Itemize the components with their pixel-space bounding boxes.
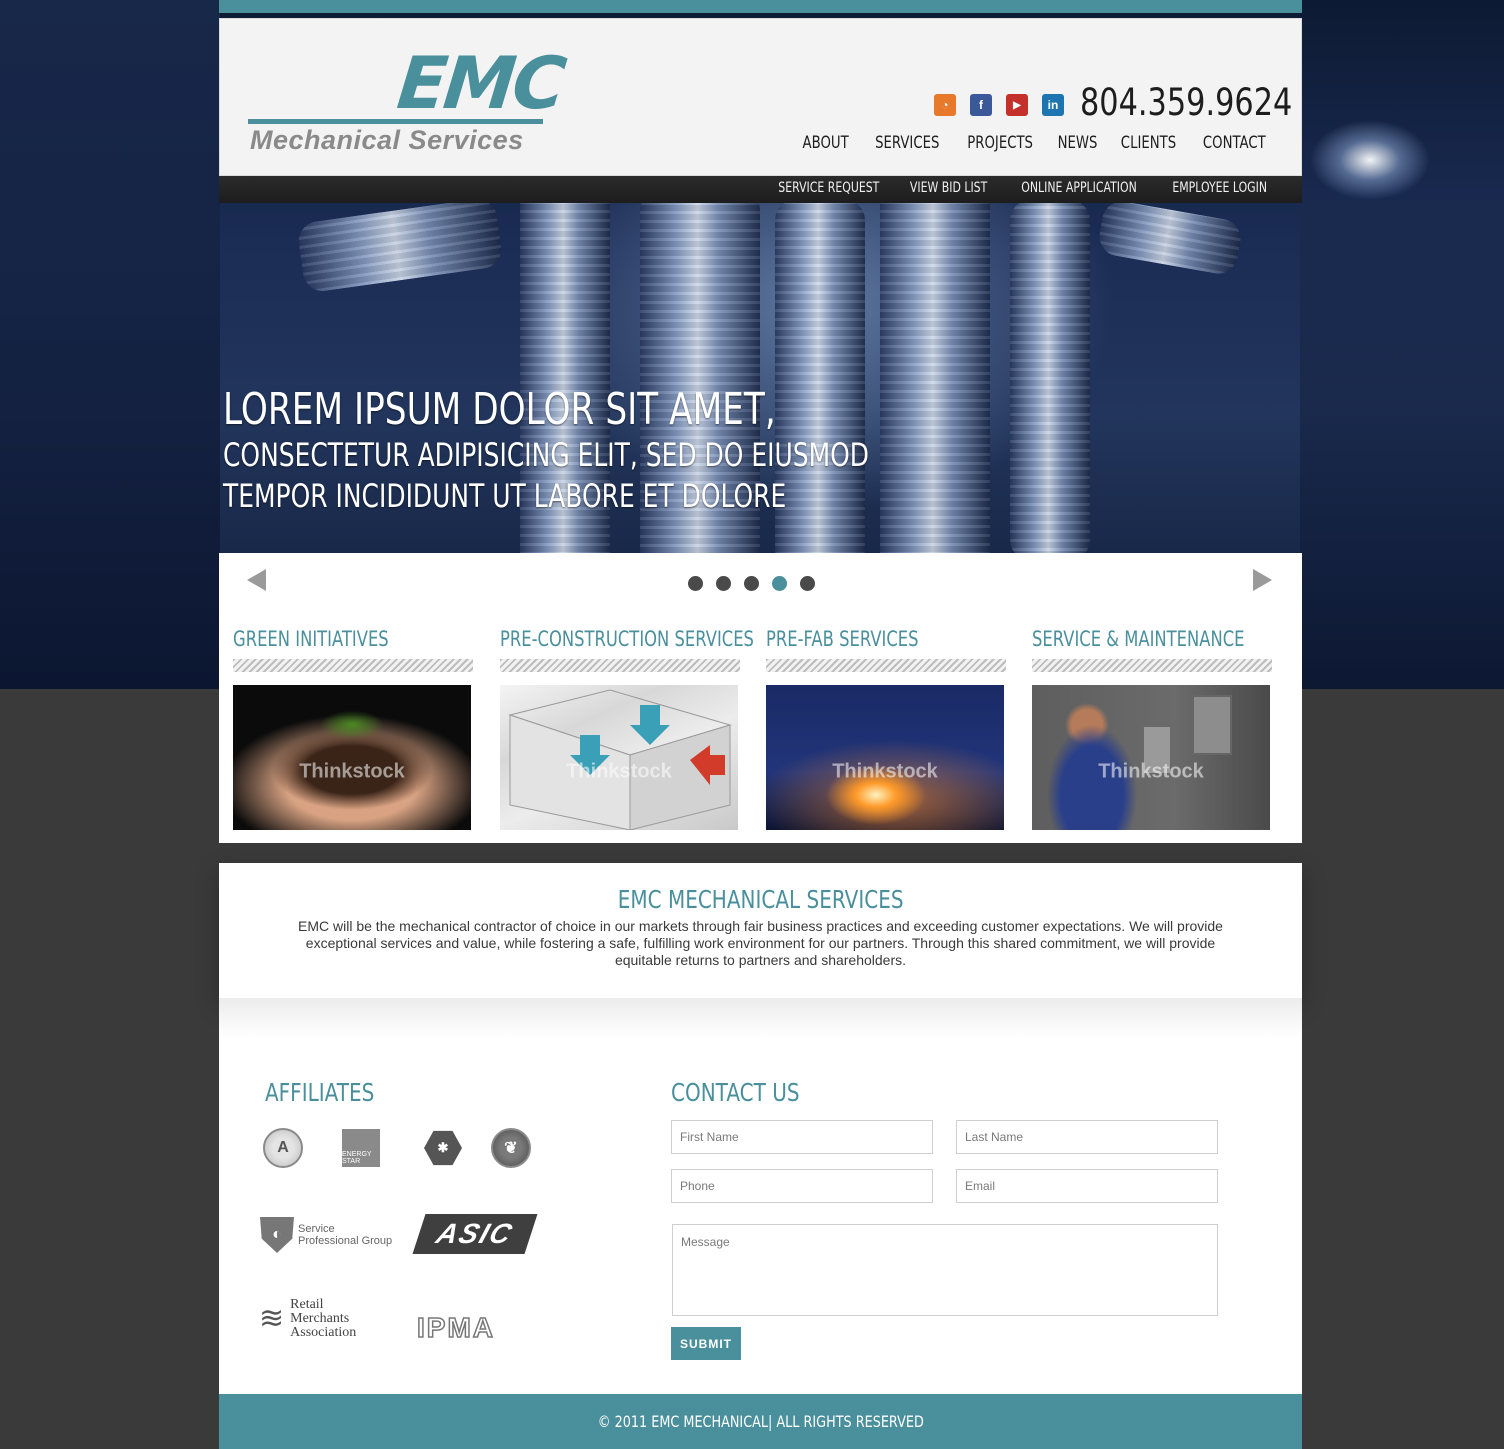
slider-dot[interactable] [688,576,703,591]
social-links: ◔ f ▶ in [934,94,1064,118]
hatch-divider [1032,659,1272,672]
footer: © 2011 EMC MECHANICAL| ALL RIGHTS RESERV… [219,1394,1302,1449]
spg-label: Service Professional Group [298,1223,393,1247]
hex-seal-icon: ✱ [424,1130,462,1166]
leaf-seal-icon: ❦ [491,1128,531,1168]
contact-title: CONTACT US [671,1078,800,1107]
logo-subtitle: Mechanical Services [250,125,524,155]
top-accent-strip [219,0,1302,13]
nav-about[interactable]: ABOUT [803,133,849,153]
watermark: Thinkstock [1098,760,1204,783]
service-image-technician[interactable]: Thinkstock [1032,685,1270,830]
service-title[interactable]: SERVICE & MAINTENANCE [1032,627,1245,651]
main-nav: ABOUT SERVICES PROJECTS NEWS CLIENTS CON… [803,133,1267,153]
slider-dot-active[interactable] [772,576,787,591]
subnav-employee-login[interactable]: EMPLOYEE LOGIN [1172,180,1267,196]
slider-next-arrow-icon[interactable] [1253,569,1272,591]
linkedin-icon[interactable]: in [1042,94,1064,116]
facebook-icon[interactable]: f [970,94,992,116]
service-title[interactable]: PRE-FAB SERVICES [766,627,953,651]
service-image-building-diagram[interactable]: Thinkstock [500,685,738,830]
watermark: Thinkstock [832,760,938,783]
affiliate-logo-asic[interactable]: ASIC [412,1214,538,1254]
hatch-divider [500,659,740,672]
email-field[interactable] [956,1169,1218,1203]
mission-title: EMC MECHANICAL SERVICES [617,885,904,914]
hero-subline-1: CONSECTETUR ADIPISICING ELIT, SED DO EIU… [223,436,869,474]
affiliate-logo-leaf-seal[interactable]: ❦ [491,1128,531,1168]
shield-icon: ◐ [260,1217,294,1253]
nav-projects[interactable]: PROJECTS [967,133,1033,153]
service-title[interactable]: PRE-CONSTRUCTION SERVICES [500,627,754,651]
slider-dot[interactable] [744,576,759,591]
phone-field[interactable] [671,1169,933,1203]
logo[interactable]: EMC Mechanical Services [248,41,567,157]
service-pre-construction[interactable]: PRE-CONSTRUCTION SERVICES Thinkstock [500,627,754,830]
affiliate-logo-hex[interactable]: ✱ [424,1129,462,1167]
service-pre-fab[interactable]: PRE-FAB SERVICES Thinkstock [766,627,1006,830]
rma-line: Association [290,1325,357,1340]
watermark: Thinkstock [299,760,405,783]
energy-star-icon: ENERGY STAR [342,1129,380,1167]
affiliate-logo-a[interactable]: A [263,1128,303,1168]
meter-box [1192,695,1232,755]
seal-a-icon: A [263,1128,303,1168]
affiliate-logo-spg[interactable]: ◐ Service Professional Group [260,1217,398,1253]
services-panel: GREEN INITIATIVES Thinkstock PRE-CONSTRU… [219,553,1302,843]
affiliate-logo-energy-star[interactable]: ENERGY STAR [342,1129,380,1167]
rss-icon[interactable]: ◔ [934,94,956,116]
slider-dots [688,576,815,591]
submit-button[interactable]: SUBMIT [671,1327,741,1360]
subnav-online-application[interactable]: ONLINE APPLICATION [1021,180,1136,196]
service-image-seedling[interactable]: Thinkstock [233,685,471,830]
waves-icon: ≋ [259,1302,285,1335]
service-maintenance[interactable]: SERVICE & MAINTENANCE Thinkstock [1032,627,1272,830]
service-green-initiatives[interactable]: GREEN INITIATIVES Thinkstock [233,627,473,830]
youtube-icon[interactable]: ▶ [1006,94,1028,116]
first-name-field[interactable] [671,1120,933,1154]
hero-headline: LOREM IPSUM DOLOR SIT AMET, [223,384,776,435]
service-image-welding[interactable]: Thinkstock [766,685,1004,830]
lower-section: AFFILIATES A ENERGY STAR ✱ ❦ ◐ Service P… [219,998,1302,1394]
watermark: Thinkstock [566,760,672,783]
slider-dot[interactable] [716,576,731,591]
hatch-divider [233,659,473,672]
subnav-service-request[interactable]: SERVICE REQUEST [778,180,879,196]
affiliates-title: AFFILIATES [265,1078,375,1107]
subnav-view-bid-list[interactable]: VIEW BID LIST [910,180,987,196]
service-title[interactable]: GREEN INITIATIVES [233,627,420,651]
rma-line: Retail [290,1297,324,1312]
copyright-text: © 2011 EMC MECHANICAL| ALL RIGHTS RESERV… [597,1412,924,1431]
mission-section: EMC MECHANICAL SERVICES EMC will be the … [219,863,1302,998]
affiliate-logo-ipma[interactable]: IPMA [416,1311,495,1344]
ipma-logo-text: IPMA [416,1311,495,1344]
affiliate-logo-rma[interactable]: ≋ Retail Merchants Association [259,1298,356,1340]
nav-clients[interactable]: CLIENTS [1121,133,1176,153]
slider-dot[interactable] [800,576,815,591]
phone-number: 804.359.9624 [1080,81,1293,124]
diagram-art [508,689,732,830]
nav-contact[interactable]: CONTACT [1203,133,1266,153]
rma-line: Merchants [290,1311,350,1326]
last-name-field[interactable] [956,1120,1218,1154]
asic-logo-text: ASIC [412,1214,538,1254]
nav-services[interactable]: SERVICES [875,133,939,153]
logo-wordmark: EMC [393,41,568,125]
hero-subline-2: TEMPOR INCIDIDUNT UT LABORE ET DOLORE [223,477,787,515]
sub-nav-bar: SERVICE REQUEST VIEW BID LIST ONLINE APP… [219,176,1302,203]
mission-text: EMC will be the mechanical contractor of… [298,918,1223,968]
nav-news[interactable]: NEWS [1058,133,1098,153]
site-header: EMC Mechanical Services ◔ f ▶ in 804.359… [219,18,1302,176]
slider-prev-arrow-icon[interactable] [247,569,266,591]
hatch-divider [766,659,1006,672]
logo-underline [248,119,543,124]
rma-label: Retail Merchants Association [290,1298,356,1340]
message-field[interactable] [672,1224,1218,1316]
